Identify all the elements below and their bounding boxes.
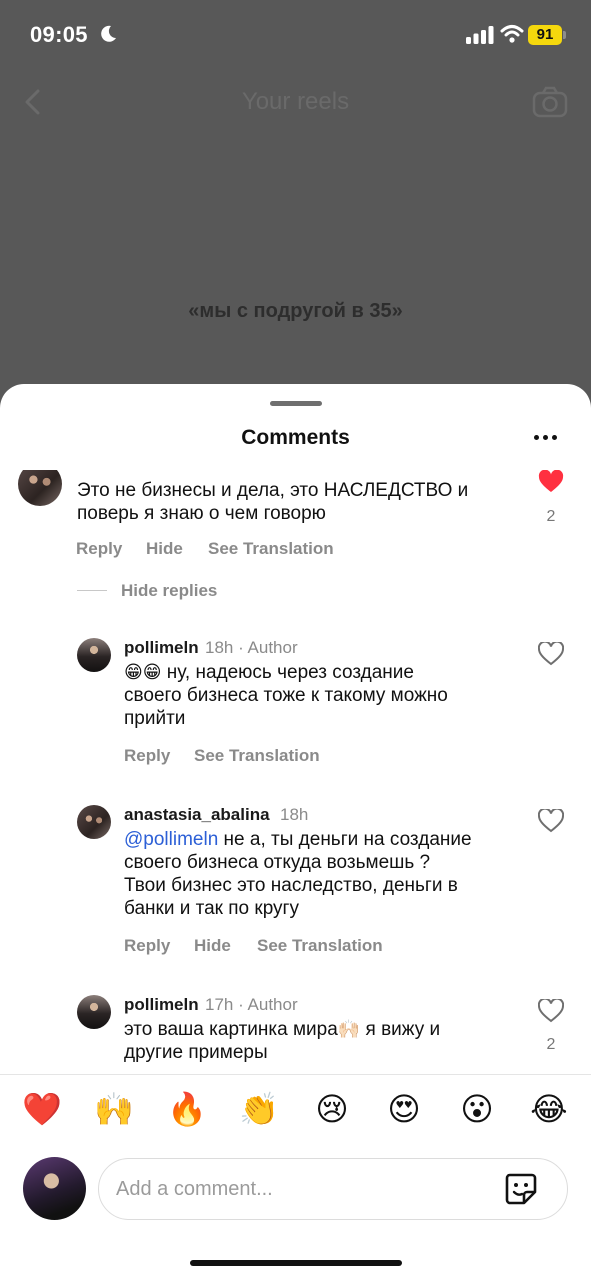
wifi-icon [500,25,524,43]
comment-text: Это не бизнесы и дела, это НАСЛЕДСТВО и … [77,480,469,524]
like-count: 2 [546,1036,556,1053]
emoji-heart-eyes-button[interactable]: 😍 [384,1089,424,1129]
like-count: 2 [546,508,556,525]
username[interactable]: pollimeln [124,638,199,658]
sheet-grabber[interactable] [270,401,322,406]
reel-caption: «мы с подругой в 35» [188,300,403,322]
camera-icon[interactable] [532,86,568,118]
username[interactable]: pollimeln [124,995,199,1015]
comment-body: это ваша картинка мира [124,1019,338,1040]
emoji-clap-button[interactable]: 👏 [239,1089,279,1129]
comment-text: это ваша картинка мира🙌🏻 я вижу и другие… [124,1018,440,1064]
comments-list[interactable]: Это не бизнесы и дела, это НАСЛЕДСТВО и … [0,470,591,1074]
comment-composer [0,1144,591,1224]
reply-button[interactable]: Reply [124,936,170,956]
sheet-title: Comments [241,426,350,449]
emoji-fire-button[interactable]: 🔥 [167,1089,207,1129]
comment-text: 😁😁 ну, надеюсь через создание своего биз… [124,661,448,730]
more-options-icon[interactable] [530,430,560,444]
home-indicator [190,1260,402,1266]
cellular-signal-icon [466,26,494,44]
reply-button[interactable]: Reply [76,539,122,559]
heart-icon[interactable] [538,809,564,833]
emoji-heart-button[interactable]: ❤️ [22,1089,62,1129]
current-user-avatar [23,1157,86,1220]
avatar[interactable] [77,638,111,672]
comment-meta: 18h [280,805,309,824]
comment-emoji: 😁😁 [124,662,162,683]
quick-emoji-bar: ❤️ 🙌 🔥 👏 😢 😍 😮 😂 [0,1074,591,1144]
emoji-laughing-button[interactable]: 😂 [529,1089,569,1129]
liked-heart-icon[interactable] [538,470,564,494]
sticker-icon[interactable] [504,1172,538,1206]
comment-body: ну, надеюсь через создание своего бизнес… [124,662,448,729]
see-translation-button[interactable]: See Translation [257,936,383,956]
username[interactable]: anastasia_abalina [124,805,270,825]
emoji-raised-hands-button[interactable]: 🙌 [94,1089,134,1129]
comment-meta: 18h · Author [205,638,298,657]
battery-tip [563,31,566,39]
comment-meta: 17h · Author [205,995,298,1014]
avatar[interactable] [77,805,111,839]
emoji-crying-button[interactable]: 😢 [312,1089,352,1129]
avatar[interactable] [18,470,62,506]
see-translation-button[interactable]: See Translation [208,539,334,559]
hide-replies-button[interactable]: Hide replies [121,581,217,601]
emoji-surprised-button[interactable]: 😮 [457,1089,497,1129]
heart-icon[interactable] [538,999,564,1023]
hide-button[interactable]: Hide [146,539,183,559]
page-title: Your reels [241,88,350,115]
avatar[interactable] [77,995,111,1029]
comment-input[interactable] [116,1175,486,1203]
status-bar: 09:05 91 [0,0,591,70]
divider [77,590,107,591]
battery-indicator: 91 [528,25,562,45]
comment-input-wrapper[interactable] [98,1158,568,1220]
reply-button[interactable]: Reply [124,746,170,766]
status-time: 09:05 [30,22,88,47]
hide-button[interactable]: Hide [194,936,231,956]
see-translation-button[interactable]: See Translation [194,746,320,766]
comment-emoji: 🙌🏻 [337,1019,361,1040]
comment-text: @pollimeln не а, ты деньги на создание с… [124,828,472,920]
moon-icon [101,25,116,42]
mention-link[interactable]: @pollimeln [124,829,218,850]
heart-icon[interactable] [538,642,564,666]
comments-sheet: Comments Это не бизнесы и дела, это НАСЛ… [0,384,591,1280]
